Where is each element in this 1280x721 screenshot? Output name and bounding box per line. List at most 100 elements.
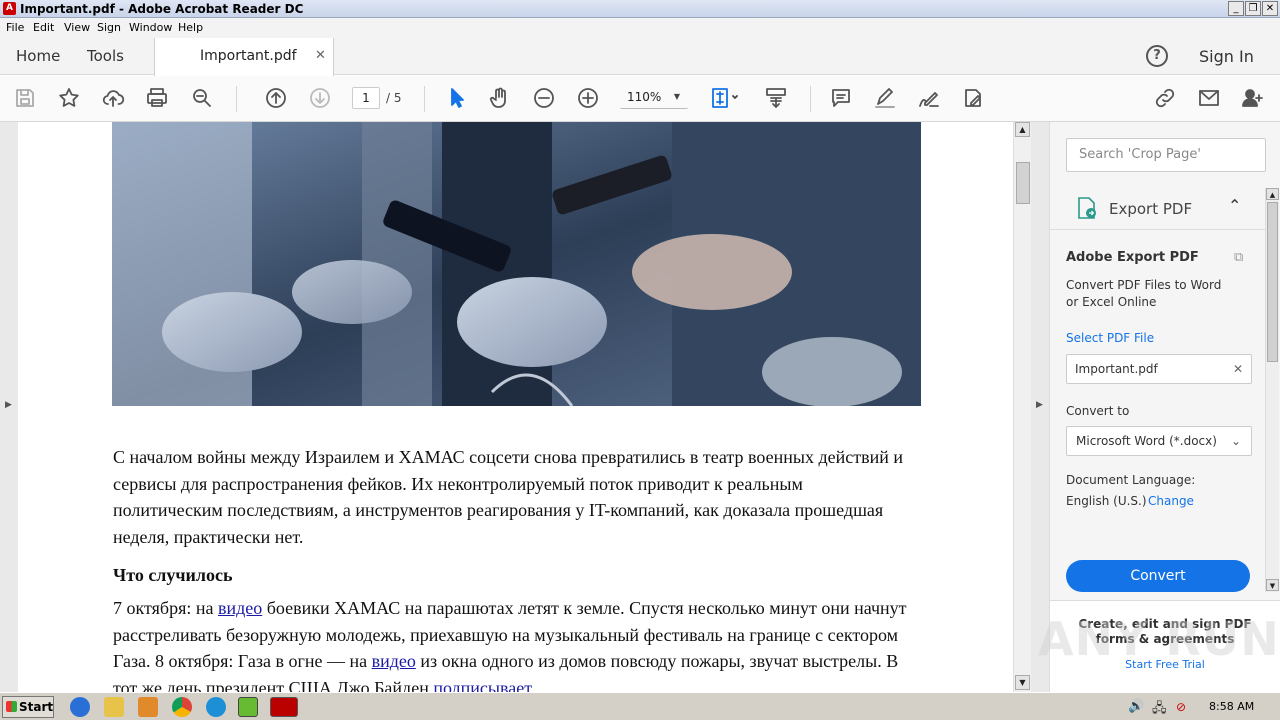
- export-pdf-title: Export PDF: [1109, 200, 1193, 218]
- anyrun-watermark: ANY RUN: [1038, 612, 1280, 666]
- article-photo: [112, 122, 921, 406]
- tab-home[interactable]: Home: [16, 47, 60, 65]
- zoom-in-icon[interactable]: [574, 84, 602, 112]
- hand-icon[interactable]: [486, 84, 514, 112]
- expand-left-panel-icon[interactable]: ▶: [5, 400, 12, 410]
- window-title: Important.pdf - Adobe Acrobat Reader DC: [20, 2, 304, 16]
- zoom-select[interactable]: 110% ▼: [620, 87, 688, 109]
- close-window-button[interactable]: ✕: [1262, 1, 1278, 16]
- scroll-down-arrow[interactable]: ▼: [1015, 675, 1030, 690]
- panel-scroll-up-arrow[interactable]: ▲: [1266, 188, 1279, 200]
- selected-file-name: Important.pdf: [1075, 362, 1158, 376]
- page-down-icon[interactable]: [306, 84, 334, 112]
- select-pdf-file-label[interactable]: Select PDF File: [1066, 331, 1154, 345]
- windows-logo-icon: [6, 701, 17, 712]
- people-with-phones-image: [112, 122, 921, 406]
- chrome-icon[interactable]: [172, 697, 192, 717]
- signs-link[interactable]: подписывает: [433, 678, 532, 693]
- acrobat-taskbar-icon[interactable]: [270, 697, 298, 717]
- menu-sign[interactable]: Sign: [97, 21, 121, 34]
- toolbar-divider: [424, 86, 425, 112]
- chevron-up-icon[interactable]: ⌃: [1228, 196, 1241, 215]
- zoom-out-icon[interactable]: [530, 84, 558, 112]
- print-icon[interactable]: [143, 84, 171, 112]
- page-total: / 5: [386, 91, 402, 105]
- toolbar-divider: [810, 86, 811, 112]
- help-icon[interactable]: ?: [1146, 45, 1168, 67]
- add-user-icon[interactable]: [1238, 84, 1266, 112]
- document-language-label: Document Language:: [1066, 473, 1196, 487]
- network-icon[interactable]: 🖧: [1152, 699, 1167, 721]
- copy-icon[interactable]: ⧉: [1234, 250, 1243, 265]
- mail-icon[interactable]: [1195, 84, 1223, 112]
- selected-file-field[interactable]: Important.pdf ✕: [1066, 354, 1252, 384]
- export-pdf-header[interactable]: Export PDF ⌃: [1050, 184, 1265, 230]
- section-heading: Что случилось: [113, 565, 233, 585]
- toolbar: 1 / 5 110% ▼: [0, 76, 1280, 122]
- winrar-icon[interactable]: [238, 697, 258, 717]
- volume-icon[interactable]: 🔊: [1128, 699, 1144, 714]
- explorer-icon[interactable]: [104, 697, 124, 717]
- format-dropdown[interactable]: Microsoft Word (*.docx) ⌄: [1066, 426, 1252, 456]
- paragraph-text: 7 октября: на: [113, 598, 218, 618]
- tools-search-input[interactable]: Search 'Crop Page': [1066, 138, 1266, 172]
- remove-file-icon[interactable]: ✕: [1233, 355, 1243, 383]
- chevron-down-icon: ⌄: [1230, 434, 1241, 448]
- change-language-link[interactable]: Change: [1148, 494, 1194, 508]
- select-arrow-icon[interactable]: [443, 84, 471, 112]
- notification-icon[interactable]: ⊘: [1176, 700, 1186, 714]
- tab-tools[interactable]: Tools: [87, 47, 124, 65]
- document-scrollbar[interactable]: ▲ ▼: [1013, 122, 1031, 692]
- article-heading: Что случилось: [113, 562, 913, 589]
- toolbar-divider: [236, 86, 237, 112]
- title-bar: A Important.pdf - Adobe Acrobat Reader D…: [0, 0, 1280, 18]
- zoom-search-icon[interactable]: [188, 84, 216, 112]
- maximize-button[interactable]: ❐: [1245, 1, 1261, 16]
- minimize-button[interactable]: _: [1228, 1, 1244, 16]
- close-tab-icon[interactable]: ✕: [315, 48, 326, 63]
- link-icon[interactable]: [1151, 84, 1179, 112]
- right-panel-gutter[interactable]: ▶: [1031, 122, 1049, 692]
- scroll-thumb[interactable]: [1016, 162, 1030, 204]
- menu-help[interactable]: Help: [178, 21, 203, 34]
- page-number-input[interactable]: 1: [352, 87, 380, 109]
- sign-in-button[interactable]: Sign In: [1199, 47, 1254, 66]
- panel-scroll-thumb[interactable]: [1267, 202, 1278, 362]
- edge-icon[interactable]: [206, 697, 226, 717]
- page-up-icon[interactable]: [262, 84, 290, 112]
- comment-icon[interactable]: [827, 84, 855, 112]
- panel-scroll-down-arrow[interactable]: ▼: [1266, 579, 1279, 591]
- article-paragraph-2: 7 октября: на видео боевики ХАМАС на пар…: [113, 595, 913, 692]
- convert-button[interactable]: Convert: [1066, 560, 1250, 592]
- menu-edit[interactable]: Edit: [33, 21, 54, 34]
- export-description-1: Convert PDF Files to Word: [1066, 278, 1222, 292]
- tab-document[interactable]: Important.pdf ✕: [154, 38, 334, 76]
- collapse-right-panel-icon[interactable]: ▶: [1036, 400, 1043, 410]
- star-icon[interactable]: [55, 84, 83, 112]
- start-button[interactable]: Start: [2, 696, 54, 718]
- menu-bar: File Edit View Sign Window Help: [0, 18, 1280, 38]
- menu-window[interactable]: Window: [129, 21, 172, 34]
- ie-icon[interactable]: [70, 697, 90, 717]
- upload-icon[interactable]: [99, 84, 127, 112]
- panel-scrollbar[interactable]: ▲ ▼: [1265, 188, 1279, 592]
- edit-icon[interactable]: [959, 84, 987, 112]
- highlight-icon[interactable]: [871, 84, 899, 112]
- scroll-up-arrow[interactable]: ▲: [1015, 122, 1030, 137]
- taskbar: Start 🔊 🖧 ⊘ 8:58 AM: [0, 692, 1280, 720]
- save-icon[interactable]: [11, 84, 39, 112]
- media-player-icon[interactable]: [138, 697, 158, 717]
- export-description-2: or Excel Online: [1066, 295, 1157, 309]
- fit-page-icon[interactable]: [706, 84, 742, 112]
- menu-file[interactable]: File: [6, 21, 24, 34]
- document-tab-label: Important.pdf: [200, 48, 297, 64]
- export-pdf-icon: [1078, 197, 1096, 219]
- video-link-1[interactable]: видео: [218, 598, 262, 618]
- start-label: Start: [19, 700, 54, 714]
- left-panel-gutter[interactable]: ▶: [0, 122, 18, 692]
- scroll-mode-icon[interactable]: [762, 84, 790, 112]
- sign-icon[interactable]: [915, 84, 943, 112]
- document-page: С началом войны между Израилем и ХАМАС с…: [18, 122, 1013, 692]
- video-link-2[interactable]: видео: [372, 651, 416, 671]
- menu-view[interactable]: View: [64, 21, 90, 34]
